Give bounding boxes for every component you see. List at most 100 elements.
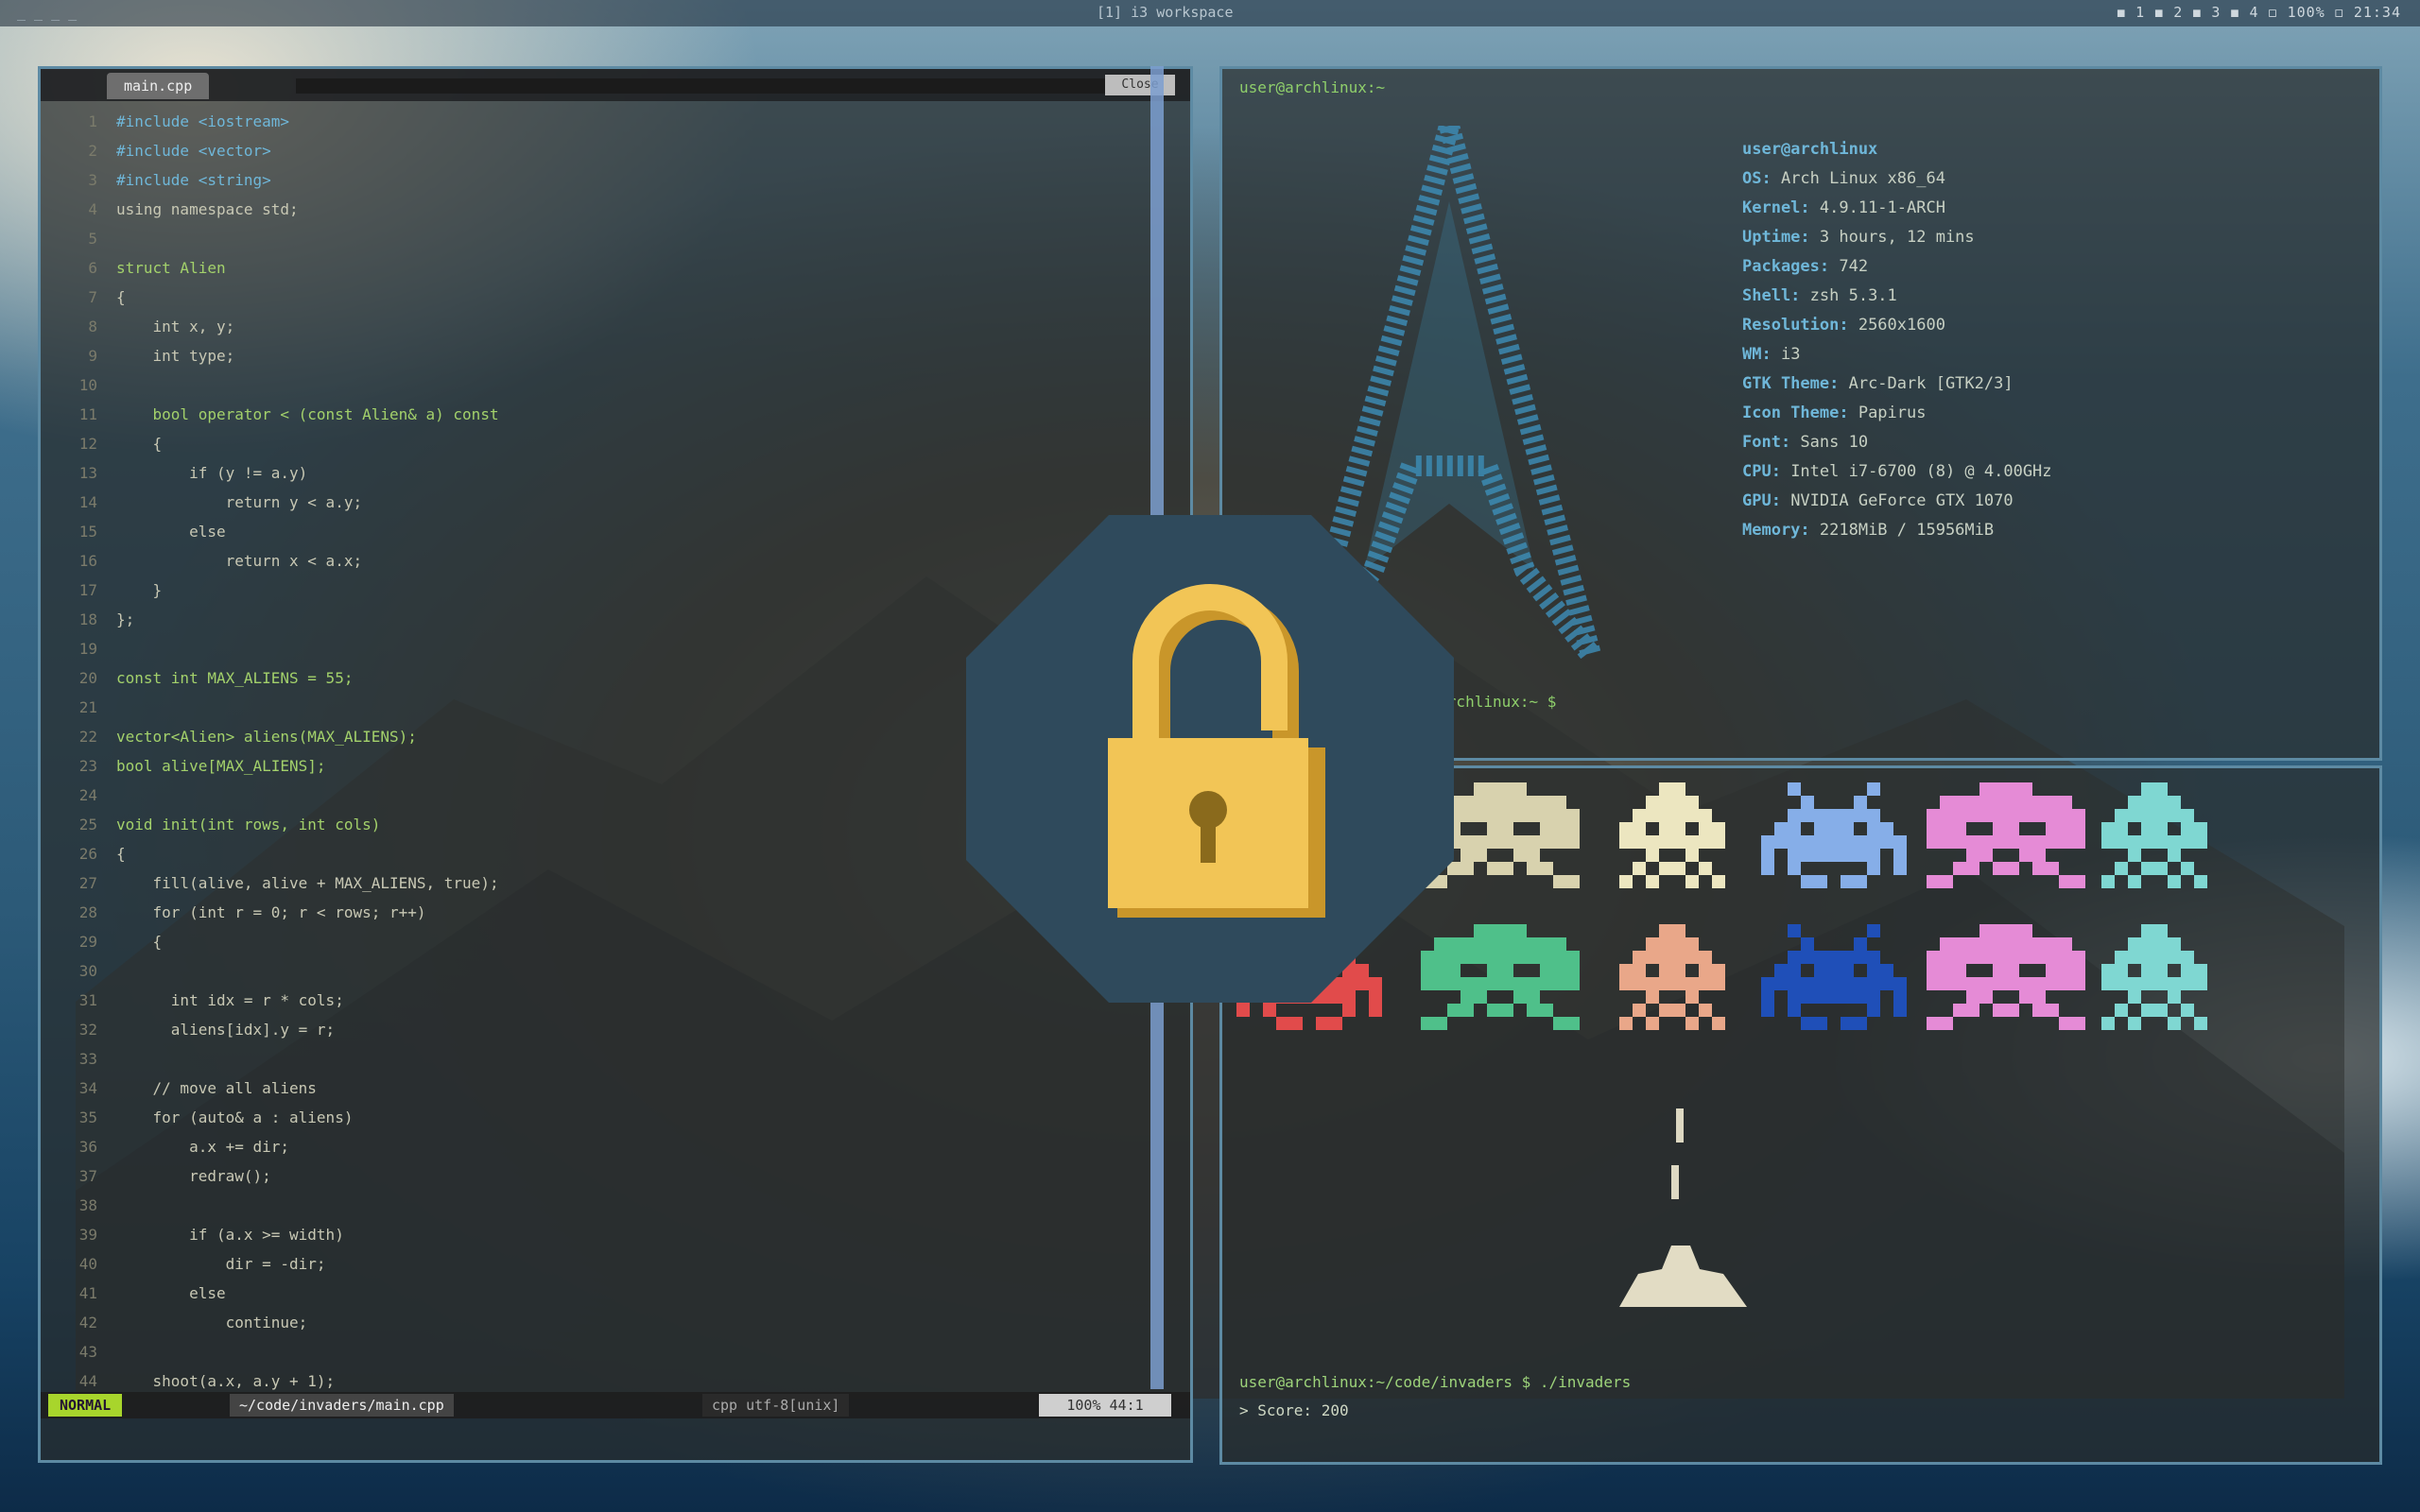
invader-squid-icon [2101, 924, 2207, 1030]
code-line[interactable]: 38 [48, 1191, 1164, 1220]
code-text: dir = -dir; [116, 1255, 326, 1273]
invader-crab-icon [1761, 782, 1907, 888]
invaders-command-line: user@archlinux:~/code/invaders $ ./invad… [1239, 1373, 1632, 1391]
code-line[interactable]: 40 dir = -dir; [48, 1249, 1164, 1279]
code-line[interactable]: 10 [48, 370, 1164, 400]
code-line[interactable]: 9 int type; [48, 341, 1164, 370]
info-value: 3 hours, 12 mins [1809, 228, 1975, 247]
code-line[interactable]: 12 { [48, 429, 1164, 458]
code-text: bool operator < (const Alien& a) const [116, 405, 499, 423]
code-line[interactable]: 1 #include <iostream> [48, 107, 1164, 136]
line-number: 14 [78, 493, 97, 511]
line-number: 15 [78, 523, 97, 541]
info-row: GTK Theme: Arc-Dark [GTK2/3] [1742, 369, 2052, 399]
code-line[interactable]: 42 continue; [48, 1308, 1164, 1337]
line-number: 31 [78, 991, 97, 1009]
code-line[interactable]: 43 [48, 1337, 1164, 1366]
code-text: { [116, 933, 163, 951]
line-number: 23 [78, 757, 97, 775]
line-number: 19 [78, 640, 97, 658]
code-text: continue; [116, 1314, 308, 1332]
code-text: #include <iostream> [116, 112, 290, 130]
code-line[interactable]: 41 else [48, 1279, 1164, 1308]
code-text: if (a.x >= width) [116, 1226, 344, 1244]
line-number: 29 [78, 933, 97, 951]
line-number: 32 [78, 1021, 97, 1039]
code-line[interactable]: 7{ [48, 283, 1164, 312]
code-text: int idx = r * cols; [116, 991, 344, 1009]
line-number: 42 [78, 1314, 97, 1332]
tab-main-cpp[interactable]: main.cpp [107, 73, 210, 99]
code-text: return x < a.x; [116, 552, 363, 570]
code-line[interactable]: 2 #include <vector> [48, 136, 1164, 165]
line-number: 36 [78, 1138, 97, 1156]
score-readout: > Score: 200 [1239, 1401, 1349, 1419]
code-line[interactable]: 36 a.x += dir; [48, 1132, 1164, 1161]
workspace-indicator[interactable]: _ _ _ _ [17, 4, 77, 21]
line-number: 39 [78, 1226, 97, 1244]
code-line[interactable]: 4 using namespace std; [48, 195, 1164, 224]
info-row: OS: Arch Linux x86_64 [1742, 164, 2052, 194]
code-text: shoot(a.x, a.y + 1); [116, 1372, 336, 1390]
invader-squid-icon [1619, 924, 1725, 1030]
line-number: 22 [78, 728, 97, 746]
code-text: else [116, 523, 226, 541]
code-line[interactable]: 14 return y < a.y; [48, 488, 1164, 517]
info-key: GPU: [1742, 491, 1781, 510]
code-line[interactable]: 37 redraw(); [48, 1161, 1164, 1191]
line-number: 20 [78, 669, 97, 687]
code-line[interactable]: 3 #include <string> [48, 165, 1164, 195]
info-key: Uptime: [1742, 228, 1810, 247]
code-line[interactable]: 35 for (auto& a : aliens) [48, 1103, 1164, 1132]
code-line[interactable]: 8 int x, y; [48, 312, 1164, 341]
code-text: #include <vector> [116, 142, 271, 160]
code-text: else [116, 1284, 226, 1302]
line-number: 3 [88, 171, 97, 189]
code-text: return y < a.y; [116, 493, 363, 511]
info-key: Shell: [1742, 286, 1801, 305]
code-line[interactable]: 11 bool operator < (const Alien& a) cons… [48, 400, 1164, 429]
line-number: 8 [88, 318, 97, 335]
info-key: Memory: [1742, 521, 1810, 540]
code-line[interactable]: 34 // move all aliens [48, 1074, 1164, 1103]
info-key: Resolution: [1742, 316, 1849, 335]
info-value: NVIDIA GeForce GTX 1070 [1780, 491, 2014, 510]
system-tray[interactable]: ◼ 1 ◼ 2 ◼ 3 ◼ 4 ◻ 100% ◻ 21:34 [2117, 4, 2401, 21]
invader-squid-icon [2101, 782, 2207, 888]
code-line[interactable]: 6 struct Alien [48, 253, 1164, 283]
info-key: OS: [1742, 169, 1772, 188]
info-row: Kernel: 4.9.11-1-ARCH [1742, 194, 2052, 223]
code-text: bool alive[MAX_ALIENS]; [116, 757, 326, 775]
tab-close-button[interactable]: Close [1105, 75, 1175, 95]
line-number: 25 [78, 816, 97, 833]
line-number: 4 [88, 200, 97, 218]
system-info-list: user@archlinux OS: Arch Linux x86_64 Kerne… [1742, 135, 2052, 545]
line-number: 2 [88, 142, 97, 160]
line-number: 38 [78, 1196, 97, 1214]
code-line[interactable]: 13 if (y != a.y) [48, 458, 1164, 488]
code-text: { [116, 845, 126, 863]
info-row: WM: i3 [1742, 340, 2052, 369]
code-line[interactable]: 5 [48, 224, 1164, 253]
code-text: if (y != a.y) [116, 464, 308, 482]
info-value: Arc-Dark [GTK2/3] [1839, 374, 2014, 393]
line-number: 9 [88, 347, 97, 365]
code-line[interactable]: 32 aliens[idx].y = r; [48, 1015, 1164, 1044]
info-key: Font: [1742, 433, 1791, 452]
code-text: { [116, 288, 126, 306]
unlocked-padlock-icon [966, 515, 1454, 1003]
code-text: #include <string> [116, 171, 271, 189]
editor-statusline: NORMAL ~/code/invaders/main.cpp cpp utf-… [41, 1392, 1190, 1418]
info-row: Resolution: 2560x1600 [1742, 311, 2052, 340]
info-row: CPU: Intel i7-6700 (8) @ 4.00GHz [1742, 457, 2052, 487]
line-number: 40 [78, 1255, 97, 1273]
code-line[interactable]: 33 [48, 1044, 1164, 1074]
line-number: 43 [78, 1343, 97, 1361]
code-line[interactable]: 39 if (a.x >= width) [48, 1220, 1164, 1249]
line-number: 35 [78, 1108, 97, 1126]
code-text: { [116, 435, 163, 453]
info-row: user@archlinux [1742, 135, 2052, 164]
code-text: const int MAX_ALIENS = 55; [116, 669, 354, 687]
info-row: GPU: NVIDIA GeForce GTX 1070 [1742, 487, 2052, 516]
info-key: WM: [1742, 345, 1772, 364]
